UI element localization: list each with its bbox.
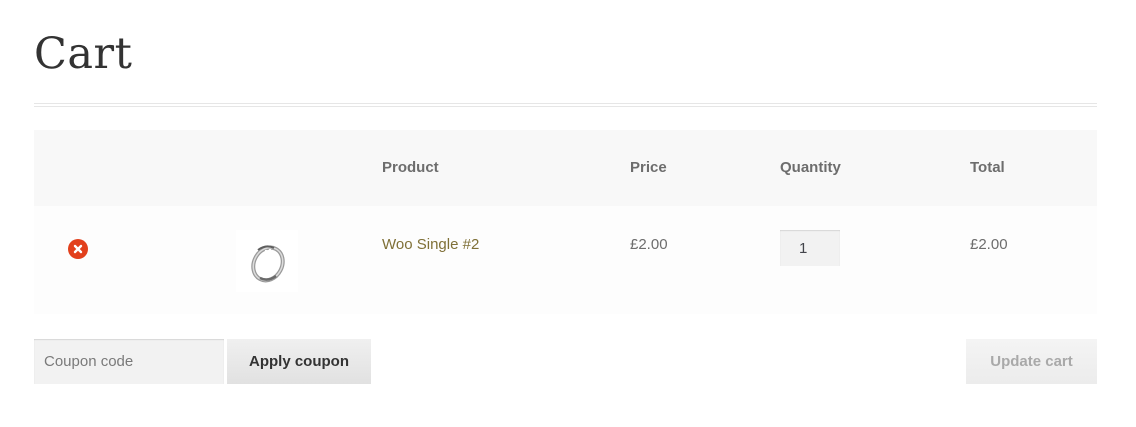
title-divider [34,103,1097,107]
product-thumbnail[interactable] [236,230,298,292]
table-row: Woo Single #2 £2.00 £2.00 [34,206,1097,314]
remove-circle-x-icon [73,244,83,254]
quantity-input[interactable] [780,230,840,266]
cart-actions: Apply coupon Update cart [34,339,1097,384]
page-title: Cart [34,29,133,79]
header-total: Total [970,159,1005,176]
line-total: £2.00 [970,236,1008,253]
apply-coupon-button[interactable]: Apply coupon [227,339,371,384]
header-product: Product [382,159,439,176]
cart-table: Product Price Quantity Total Woo Single … [34,130,1097,314]
product-price: £2.00 [630,236,668,253]
ring-thumbnail [236,230,298,292]
header-price: Price [630,159,667,176]
remove-item-button[interactable] [68,239,88,259]
header-quantity: Quantity [780,159,841,176]
table-header: Product Price Quantity Total [34,130,1097,206]
update-cart-button[interactable]: Update cart [966,339,1097,384]
coupon-code-input[interactable] [34,339,224,384]
product-name-link[interactable]: Woo Single #2 [382,235,479,255]
